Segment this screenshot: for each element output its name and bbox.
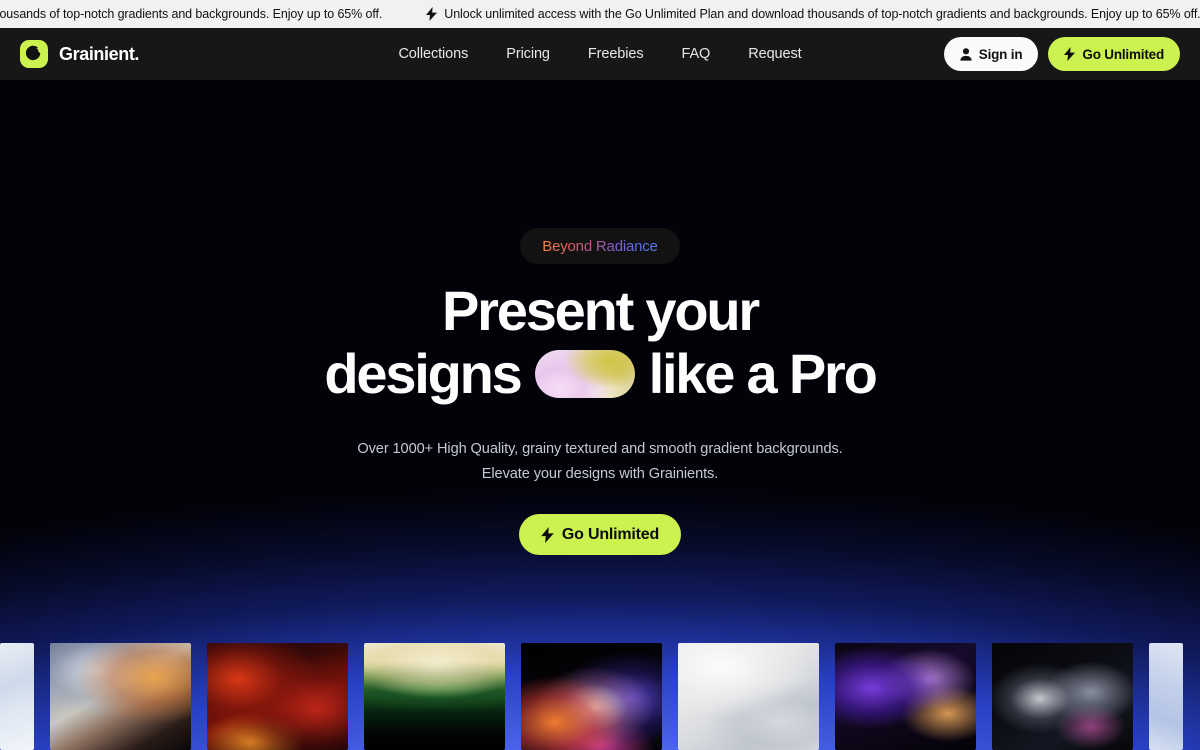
gradient-card-6[interactable] (835, 643, 976, 750)
gradient-swatch-icon (534, 350, 635, 399)
bolt-icon (1064, 47, 1076, 61)
go-unlimited-label-nav: Go Unlimited (1082, 46, 1164, 62)
hero-subtitle-line-1: Over 1000+ High Quality, grainy textured… (357, 441, 843, 458)
gradient-gallery (0, 643, 1200, 750)
go-unlimited-label-hero: Go Unlimited (561, 525, 660, 543)
nav-link-collections[interactable]: Collections (398, 46, 468, 62)
headline-line-2: designs like a Pro (324, 341, 878, 406)
nav-link-faq[interactable]: FAQ (682, 46, 711, 62)
go-unlimited-button-hero[interactable]: Go Unlimited (518, 514, 682, 556)
announcement-marquee-track: Unlock unlimited access with the Go Unli… (0, 7, 1200, 21)
hero-cta-wrapper: Go Unlimited (518, 514, 682, 556)
announcement-text: Unlock unlimited access with the Go Unli… (0, 7, 383, 21)
hero-subtitle: Over 1000+ High Quality, grainy textured… (357, 437, 842, 486)
announcement-bar: Unlock unlimited access with the Go Unli… (0, 0, 1200, 28)
hero-subtitle-line-2: Elevate your designs with Grainients. (481, 465, 719, 482)
sign-in-label: Sign in (978, 46, 1023, 62)
gradient-card-edge-left[interactable] (0, 643, 34, 750)
announcement-message: Unlock unlimited access with the Go Unli… (0, 7, 426, 21)
headline-text-1: Present your (442, 279, 760, 342)
announcement-text: Unlock unlimited access with the Go Unli… (444, 7, 1200, 21)
gradient-card-1[interactable] (50, 643, 191, 750)
headline-line-1: Present your (324, 279, 875, 343)
gradient-card-5[interactable] (678, 643, 819, 750)
gradient-card-edge-right[interactable] (1149, 643, 1183, 750)
nav-link-pricing[interactable]: Pricing (506, 46, 550, 62)
gradient-card-7[interactable] (992, 643, 1133, 750)
hero-badge: Beyond Radiance (520, 228, 680, 264)
moon-star-icon (25, 45, 41, 61)
navbar: Grainient. Collections Pricing Freebies … (0, 28, 1200, 80)
gradient-card-4[interactable] (521, 643, 662, 750)
gradient-card-3[interactable] (364, 643, 505, 750)
brand-name: Grainient. (59, 43, 140, 64)
brand-logo[interactable]: Grainient. (20, 40, 139, 68)
hero-content: Beyond Radiance Present your designs lik… (0, 80, 1200, 556)
sign-in-button[interactable]: Sign in (943, 37, 1039, 71)
nav-link-freebies[interactable]: Freebies (588, 46, 644, 62)
gradient-card-2[interactable] (207, 643, 348, 750)
nav-link-request[interactable]: Request (748, 46, 801, 62)
bolt-icon (426, 7, 438, 21)
announcement-message: Unlock unlimited access with the Go Unli… (426, 7, 1200, 21)
navbar-actions: Sign in Go Unlimited (943, 37, 1180, 71)
page-root: Unlock unlimited access with the Go Unli… (0, 0, 1200, 750)
user-icon (960, 47, 972, 61)
go-unlimited-button-nav[interactable]: Go Unlimited (1048, 37, 1180, 71)
headline-text-2a: designs (324, 341, 522, 405)
hero-badge-label: Beyond Radiance (542, 237, 658, 255)
logo-mark (20, 40, 48, 68)
bolt-icon (541, 526, 554, 543)
page-title: Present your designs like a Pro (324, 279, 878, 406)
hero-section: Beyond Radiance Present your designs lik… (0, 80, 1200, 750)
headline-text-2b: like a Pro (648, 341, 878, 405)
